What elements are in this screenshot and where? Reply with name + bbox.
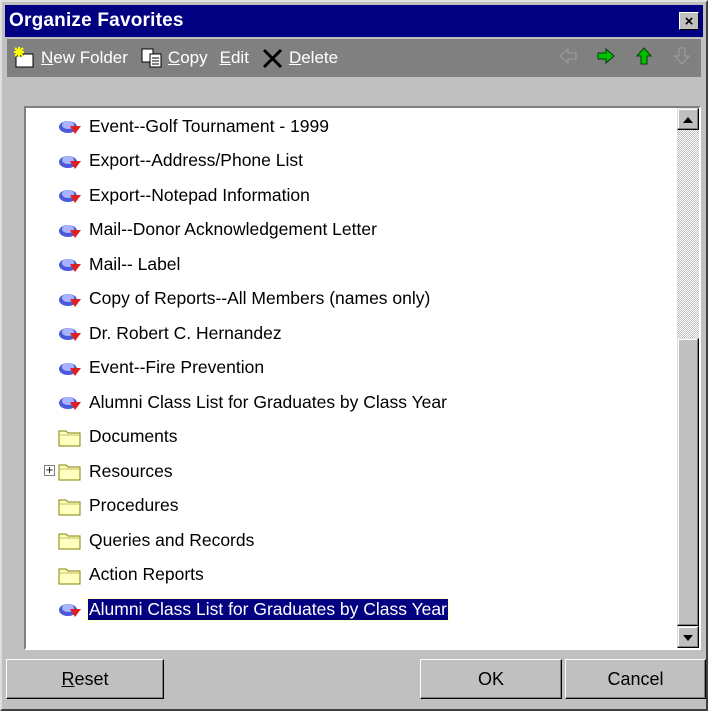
delete-label: Delete <box>288 48 339 67</box>
report-icon <box>58 219 82 241</box>
list-item[interactable]: Mail-- Label <box>58 248 181 280</box>
cancel-label: Cancel <box>607 668 664 689</box>
list-item-label: Mail--Donor Acknowledgement Letter <box>89 219 377 239</box>
list-item[interactable]: Dr. Robert C. Hernandez <box>58 317 283 349</box>
reset-button[interactable]: Reset <box>6 659 164 699</box>
folder-icon <box>58 529 82 551</box>
move-right-button[interactable] <box>587 43 625 73</box>
ok-label: OK <box>477 668 504 689</box>
list-item-label: Procedures <box>89 495 179 515</box>
close-button[interactable]: × <box>679 12 699 30</box>
window-title: Organize Favorites <box>9 10 184 31</box>
list-item[interactable]: Event--Fire Prevention <box>58 352 265 384</box>
list-item-label: Event--Golf Tournament - 1999 <box>89 115 329 136</box>
list-item[interactable]: Queries and Records <box>58 524 255 556</box>
folder-icon <box>58 564 82 586</box>
folder-icon <box>58 460 82 482</box>
list-item-label: Queries and Records <box>89 529 255 550</box>
list-item[interactable]: Mail--Donor Acknowledgement Letter <box>58 214 378 246</box>
close-icon: × <box>684 12 694 30</box>
up-arrow-icon <box>634 46 654 71</box>
scroll-up-arrow-icon <box>683 110 693 128</box>
list-item-label: Action Reports <box>89 564 204 584</box>
favorites-list-items: Event--Golf Tournament - 1999 Export--Add… <box>26 108 677 648</box>
list-item[interactable]: Export--Notepad Information <box>58 179 311 211</box>
right-arrow-icon <box>596 46 616 71</box>
report-icon <box>58 288 82 310</box>
report-icon <box>58 115 82 137</box>
move-up-button[interactable] <box>625 43 663 73</box>
cancel-button[interactable]: Cancel <box>565 659 706 699</box>
report-icon <box>58 391 82 413</box>
list-item-label: Resources <box>89 460 173 481</box>
ok-button[interactable]: OK <box>420 659 562 699</box>
list-item[interactable]: + Resources <box>44 455 174 487</box>
copy-button[interactable]: Copy <box>134 43 214 73</box>
copy-label: Copy <box>167 48 208 67</box>
list-item[interactable]: Action Reports <box>58 559 205 591</box>
left-arrow-icon <box>558 46 578 71</box>
list-item-label: Mail-- Label <box>89 253 181 274</box>
new-folder-icon <box>13 47 37 69</box>
report-icon <box>58 598 82 620</box>
edit-button[interactable]: Edit <box>214 43 255 73</box>
new-folder-label: New Folder <box>41 48 128 67</box>
list-item[interactable]: Export--Address/Phone List <box>58 145 304 177</box>
list-item[interactable]: Copy of Reports--All Members (names only… <box>58 283 431 315</box>
list-item[interactable]: Event--Golf Tournament - 1999 <box>58 110 330 142</box>
list-item-label: Event--Fire Prevention <box>89 357 265 377</box>
list-item-label: Export--Notepad Information <box>89 184 310 205</box>
organize-favorites-dialog: Organize Favorites × New Folder Copy Edi… <box>0 0 708 711</box>
copy-icon <box>140 48 164 68</box>
report-icon <box>58 150 82 172</box>
list-item-label: Alumni Class List for Graduates by Class… <box>87 597 449 621</box>
list-item-label: Alumni Class List for Graduates by Class… <box>89 391 447 412</box>
report-icon <box>58 357 82 379</box>
report-icon <box>58 322 82 344</box>
edit-label: Edit <box>219 48 249 67</box>
move-down-button[interactable] <box>663 43 701 73</box>
new-folder-button[interactable]: New Folder <box>7 43 134 73</box>
scrollbar-track[interactable] <box>677 130 699 626</box>
list-item-label: Dr. Robert C. Hernandez <box>89 322 282 343</box>
list-item[interactable]: Alumni Class List for Graduates by Class… <box>58 593 449 625</box>
scroll-down-button[interactable] <box>677 626 699 648</box>
vertical-scrollbar[interactable] <box>677 108 699 648</box>
list-item[interactable]: Documents <box>58 421 179 453</box>
move-left-button[interactable] <box>549 43 587 73</box>
report-icon <box>58 253 82 275</box>
delete-icon <box>261 47 285 69</box>
folder-icon <box>58 495 82 517</box>
list-item[interactable]: Alumni Class List for Graduates by Class… <box>58 386 448 418</box>
scroll-up-button[interactable] <box>677 108 699 130</box>
report-icon <box>58 184 82 206</box>
list-item-label: Documents <box>89 426 178 446</box>
list-item-label: Export--Address/Phone List <box>89 150 303 170</box>
scroll-down-arrow-icon <box>683 628 693 646</box>
down-arrow-icon <box>672 46 692 71</box>
delete-button[interactable]: Delete <box>255 43 344 73</box>
reset-label: Reset <box>61 668 109 689</box>
expand-toggle[interactable]: + <box>44 465 55 476</box>
list-item[interactable]: Procedures <box>58 490 180 522</box>
favorites-list[interactable]: Event--Golf Tournament - 1999 Export--Add… <box>24 106 701 650</box>
scrollbar-thumb[interactable] <box>677 338 699 626</box>
toolbar: New Folder Copy Edit Delete <box>7 39 701 77</box>
list-item-label: Copy of Reports--All Members (names only… <box>89 288 431 308</box>
title-bar[interactable]: Organize Favorites × <box>5 5 703 37</box>
folder-icon <box>58 426 82 448</box>
